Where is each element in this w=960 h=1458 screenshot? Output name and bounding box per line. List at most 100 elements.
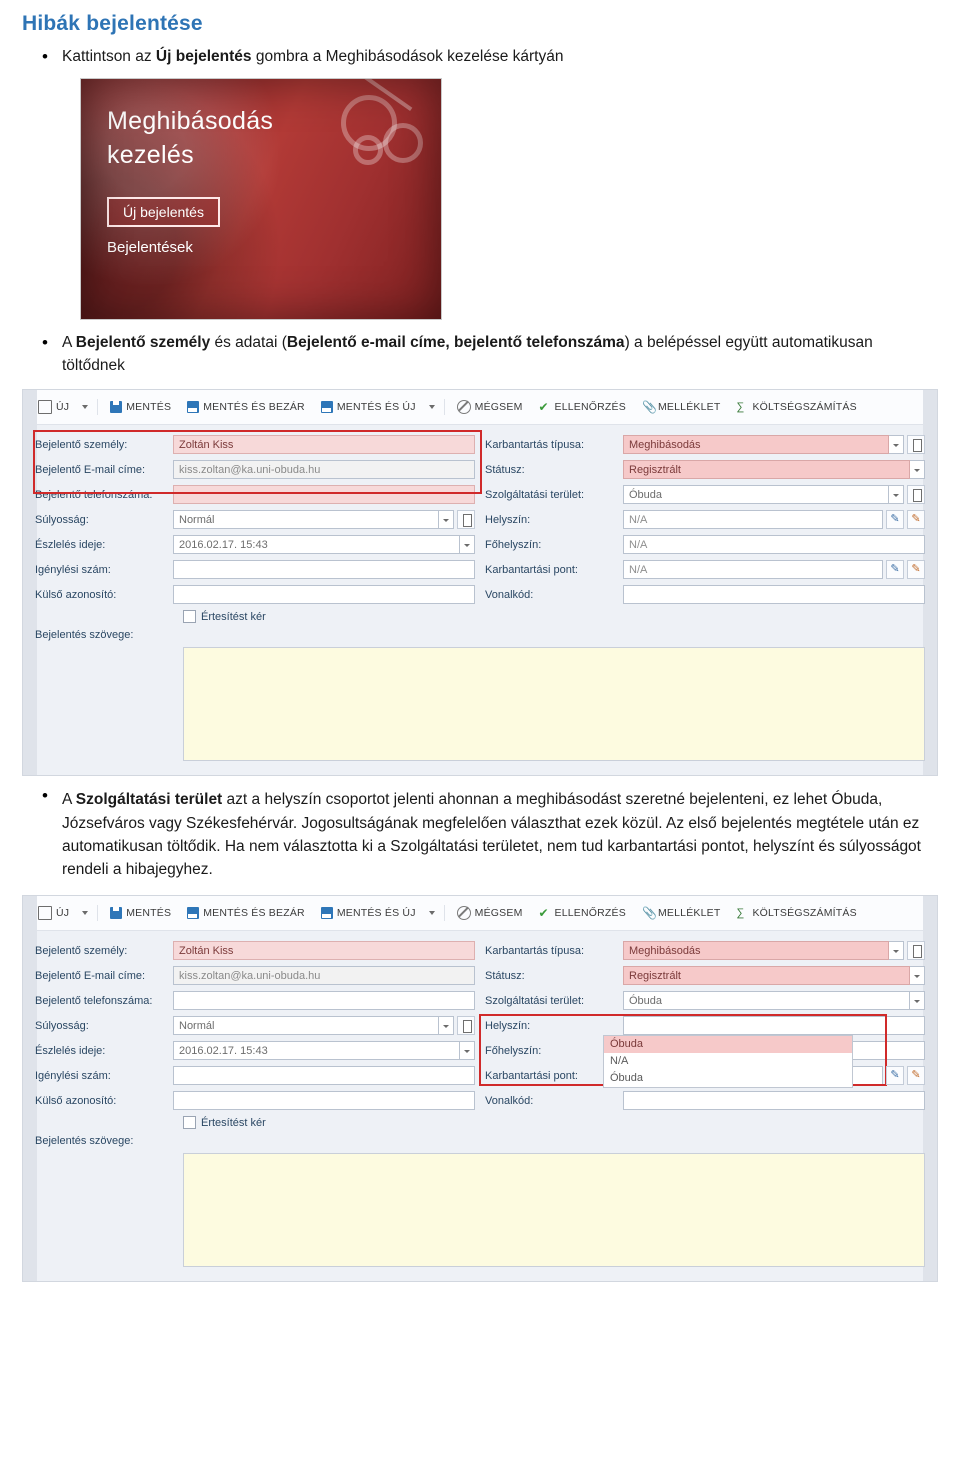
report-text-textarea[interactable] <box>183 647 925 762</box>
barcode-field-group-2: Vonalkód: <box>485 1091 925 1111</box>
toolbar-ellenorzes-label: ELLENŐRZÉS <box>554 401 626 414</box>
severity-input-2[interactable]: Normál <box>173 1016 439 1036</box>
phone-field-group: Bejelentő telefonszáma: <box>35 485 475 505</box>
location-clear-button[interactable]: ✎ <box>907 510 925 530</box>
chevron-down-icon[interactable] <box>82 405 89 410</box>
toolbar-koltsegszamitas-button[interactable]: ∑ KÖLTSÉGSZÁMÍTÁS <box>729 399 863 415</box>
phone-input[interactable] <box>173 485 475 505</box>
toolbar-melleklet-button[interactable]: 📎 MELLÉKLET <box>635 399 728 415</box>
maintenance-point-edit-button-2[interactable]: ✎ <box>886 1066 904 1086</box>
location-input[interactable]: N/A <box>623 510 883 530</box>
severity-lookup-button-2[interactable] <box>457 1016 475 1036</box>
location-label-2: Helyszín: <box>485 1019 531 1032</box>
maintenance-type-input-2[interactable]: Meghibásodás <box>623 941 889 961</box>
service-area-dropdown-button[interactable] <box>889 485 904 505</box>
bejelentesek-link[interactable]: Bejelentések <box>107 239 193 256</box>
phone-input-2[interactable] <box>173 991 475 1011</box>
barcode-input[interactable] <box>623 585 925 605</box>
chevron-down-icon-3[interactable] <box>82 911 89 916</box>
maintenance-point-clear-button[interactable]: ✎ <box>907 560 925 580</box>
service-area-input[interactable]: Óbuda <box>623 485 889 505</box>
location-edit-button[interactable]: ✎ <box>886 510 904 530</box>
toolbar-megsem-button[interactable]: MÉGSEM <box>450 398 530 416</box>
claim-no-input-2[interactable] <box>173 1066 475 1086</box>
uj-bejelentes-button[interactable]: Új bejelentés <box>107 197 220 228</box>
toolbar2-mentes-es-bezar-button[interactable]: MENTÉS ÉS BEZÁR <box>180 905 312 921</box>
external-id-input[interactable] <box>173 585 475 605</box>
severity-field-group-2: Súlyosság: Normál <box>35 1016 475 1036</box>
maintenance-point-edit-button[interactable]: ✎ <box>886 560 904 580</box>
toolbar2-koltsegszamitas-button[interactable]: ∑ KÖLTSÉGSZÁMÍTÁS <box>729 905 863 921</box>
claim-no-input[interactable] <box>173 560 475 580</box>
toolbar-mentes-button[interactable]: MENTÉS <box>103 399 178 415</box>
location-input-2[interactable] <box>623 1016 925 1036</box>
toolbar2-mentes-es-uj-label: MENTÉS ÉS ÚJ <box>336 907 416 920</box>
status-dropdown-button-2[interactable] <box>910 966 925 986</box>
severity-input[interactable]: Normál <box>173 510 439 530</box>
chevron-down-icon-4[interactable] <box>428 911 435 916</box>
status-label-2: Státusz: <box>485 969 525 982</box>
maintenance-point-input[interactable]: N/A <box>623 560 883 580</box>
maintenance-type-lookup-button[interactable] <box>907 435 925 455</box>
main-location-input[interactable]: N/A <box>623 535 925 555</box>
service-area-dropdown-button-2[interactable] <box>910 991 925 1011</box>
reporter-input-2[interactable]: Zoltán Kiss <box>173 941 475 961</box>
bejelentes-form-screenshot-2: ÚJ MENTÉS MENTÉS ÉS BEZÁR MENTÉS ÉS ÚJ M… <box>22 895 938 1283</box>
maintenance-type-input[interactable]: Meghibásodás <box>623 435 889 455</box>
service-area-lookup-button[interactable] <box>907 485 925 505</box>
maintenance-type-dropdown-button[interactable] <box>889 435 904 455</box>
toolbar-melleklet-label: MELLÉKLET <box>657 401 721 414</box>
toolbar-mentes-es-uj-button[interactable]: MENTÉS ÉS ÚJ <box>314 399 423 415</box>
toolbar2-melleklet-button[interactable]: 📎 MELLÉKLET <box>635 905 728 921</box>
service-area-option-1[interactable]: Óbuda <box>604 1070 852 1087</box>
chevron-down-icon-2[interactable] <box>428 405 435 410</box>
notify-checkbox[interactable] <box>183 610 196 624</box>
maintenance-point-clear-button-2[interactable]: ✎ <box>907 1066 925 1086</box>
toolbar-ellenorzes-button[interactable]: ✔ ELLENŐRZÉS <box>532 399 633 415</box>
severity-lookup-button[interactable] <box>457 510 475 530</box>
maintenance-type-dropdown-button-2[interactable] <box>889 941 904 961</box>
save-icon <box>110 401 123 414</box>
service-area-input-2[interactable]: Óbuda <box>623 991 910 1011</box>
external-id-input-2[interactable] <box>173 1091 475 1111</box>
toolbar-mentes-es-bezar-button[interactable]: MENTÉS ÉS BEZÁR <box>180 399 312 415</box>
email-input-2[interactable]: kiss.zoltan@ka.uni-obuda.hu <box>173 966 475 986</box>
notify-checkbox-row[interactable]: Értesítést kér <box>183 610 925 624</box>
barcode-input-2[interactable] <box>623 1091 925 1111</box>
status-dropdown-button[interactable] <box>910 460 925 480</box>
service-area-dropdown-list[interactable]: Óbuda N/A Óbuda <box>603 1035 853 1089</box>
bullet-item-3: A Szolgáltatási terület azt a helyszín c… <box>22 786 938 881</box>
bullet-3-bold1: Szolgáltatási terület <box>75 791 223 809</box>
notify-checkbox-row-2[interactable]: Értesítést kér <box>183 1116 925 1130</box>
status-input-2[interactable]: Regisztrált <box>623 966 910 986</box>
reporter-input[interactable]: Zoltán Kiss <box>173 435 475 455</box>
detected-input[interactable]: 2016.02.17. 15:43 <box>173 535 460 555</box>
toolbar2-ellenorzes-button[interactable]: ✔ ELLENŐRZÉS <box>532 905 633 921</box>
reporter-label: Bejelentő személy: <box>35 438 128 451</box>
toolbar2-mentes-es-uj-button[interactable]: MENTÉS ÉS ÚJ <box>314 905 423 921</box>
detected-input-2[interactable]: 2016.02.17. 15:43 <box>173 1041 460 1061</box>
severity-dropdown-button[interactable] <box>439 510 454 530</box>
detected-calendar-button-2[interactable] <box>460 1041 475 1061</box>
form-row-2: Bejelentő E-mail címe: kiss.zoltan@ka.un… <box>35 460 925 480</box>
email-input[interactable]: kiss.zoltan@ka.uni-obuda.hu <box>173 460 475 480</box>
service-area-option-selected[interactable]: Óbuda <box>604 1036 852 1054</box>
form-body-2: Bejelentő személy: Zoltán Kiss Karbantar… <box>23 931 937 1281</box>
toolbar2-megsem-button[interactable]: MÉGSEM <box>450 904 530 922</box>
toolbar2-uj-button[interactable]: ÚJ <box>31 904 76 922</box>
toolbar-uj-button[interactable]: ÚJ <box>31 398 76 416</box>
form2-row-1: Bejelentő személy: Zoltán Kiss Karbantar… <box>35 941 925 961</box>
service-area-option-0[interactable]: N/A <box>604 1053 852 1070</box>
service-area-field-group: Szolgáltatási terület: Óbuda <box>485 485 925 505</box>
severity-dropdown-button-2[interactable] <box>439 1016 454 1036</box>
maintenance-type-lookup-button-2[interactable] <box>907 941 925 961</box>
bullet-3-part1: A <box>62 791 76 809</box>
location-label: Helyszín: <box>485 513 531 526</box>
detected-field-group: Észlelés ideje: 2016.02.17. 15:43 <box>35 535 475 555</box>
toolbar2-mentes-button[interactable]: MENTÉS <box>103 905 178 921</box>
detected-calendar-button[interactable] <box>460 535 475 555</box>
notify-checkbox-2[interactable] <box>183 1116 196 1130</box>
service-area-field-group-2: Szolgáltatási terület: Óbuda <box>485 991 925 1011</box>
report-text-textarea-2[interactable] <box>183 1153 925 1268</box>
status-input[interactable]: Regisztrált <box>623 460 910 480</box>
